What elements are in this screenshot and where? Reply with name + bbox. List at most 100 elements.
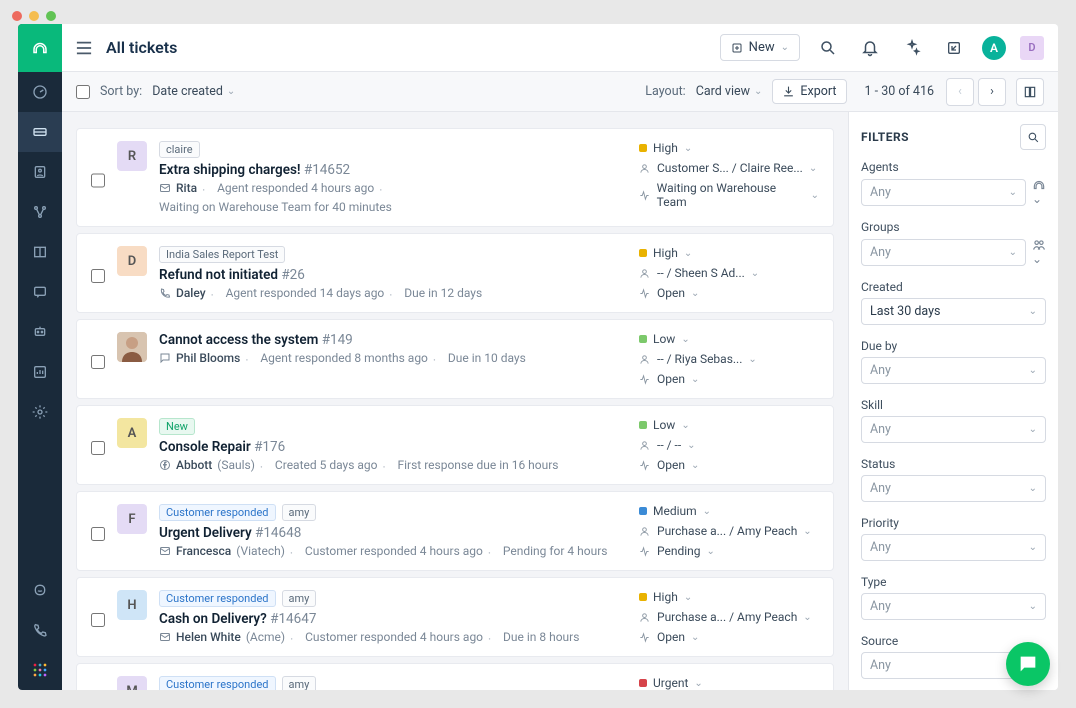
ticket-tag: Customer responded <box>159 504 276 521</box>
ticket-checkbox[interactable] <box>91 682 105 690</box>
nav-contacts[interactable] <box>18 152 62 192</box>
priority-dropdown[interactable]: High⌄ <box>639 590 819 604</box>
priority-dropdown[interactable]: Medium⌄ <box>639 504 819 518</box>
filter-status-select[interactable]: Any⌄ <box>861 475 1046 502</box>
nav-dashboard[interactable] <box>18 72 62 112</box>
ticket-subject-line[interactable]: Refund not initiated #26 <box>159 267 627 283</box>
menu-toggle-icon[interactable] <box>76 41 92 55</box>
ticket-checkbox[interactable] <box>91 424 105 472</box>
filter-skill-select[interactable]: Any⌄ <box>861 416 1046 443</box>
status-dropdown[interactable]: Pending⌄ <box>639 544 819 558</box>
priority-dropdown[interactable]: High⌄ <box>639 141 819 155</box>
ticket-checkbox[interactable] <box>91 338 105 386</box>
priority-dot-icon <box>639 679 647 687</box>
ticket-card[interactable]: M Customer respondedamy Free delivery #1… <box>76 663 834 690</box>
filter-label-status: Status <box>861 457 1046 471</box>
nav-social[interactable] <box>18 192 62 232</box>
select-all-checkbox[interactable] <box>76 85 90 99</box>
nav-tickets[interactable] <box>18 112 62 152</box>
nav-admin[interactable] <box>18 392 62 432</box>
ticket-card[interactable]: A New Console Repair #176 Abbott (Sauls)… <box>76 405 834 485</box>
filter-type-select[interactable]: Any⌄ <box>861 593 1046 620</box>
ticket-subject-line[interactable]: Urgent Delivery #14648 <box>159 525 627 541</box>
chevron-down-icon: ⌄ <box>809 163 817 174</box>
ticket-card[interactable]: D India Sales Report Test Refund not ini… <box>76 233 834 313</box>
status-dropdown[interactable]: Open⌄ <box>639 372 819 386</box>
maximize-dot[interactable] <box>46 11 56 21</box>
ticket-subject-line[interactable]: Extra shipping charges! #14652 <box>159 162 627 178</box>
layout-dropdown[interactable]: Card view ⌄ <box>696 84 763 99</box>
chevron-down-icon: ⌄ <box>691 288 699 299</box>
ticket-id: #149 <box>322 332 353 348</box>
nav-forums[interactable] <box>18 272 62 312</box>
requester-name: Phil Blooms <box>176 351 240 365</box>
nav-phone[interactable] <box>18 610 62 650</box>
chevron-down-icon: ⌄ <box>754 86 762 97</box>
status-dropdown[interactable]: Open⌄ <box>639 630 819 644</box>
nav-rail <box>18 24 62 690</box>
list-toolbar: Sort by: Date created ⌄ Layout: Card vie… <box>62 72 1058 112</box>
filter-groups-select[interactable]: Any⌄ <box>861 239 1026 266</box>
app-logo[interactable] <box>18 24 62 72</box>
close-dot[interactable] <box>12 11 22 21</box>
ticket-card[interactable]: F Customer respondedamy Urgent Delivery … <box>76 491 834 571</box>
nav-apps[interactable] <box>18 650 62 690</box>
prev-page-button[interactable]: ‹ <box>946 78 974 106</box>
group-me-icon[interactable]: ⌄ <box>1032 238 1046 266</box>
ticket-card[interactable]: Cannot access the system #149 Phil Bloom… <box>76 319 834 399</box>
filter-search-icon[interactable] <box>1020 124 1046 150</box>
source-icon <box>159 545 171 557</box>
search-icon[interactable] <box>814 34 842 62</box>
ticket-card[interactable]: H Customer respondedamy Cash on Delivery… <box>76 577 834 657</box>
secondary-avatar[interactable]: D <box>1020 36 1044 60</box>
status-dropdown[interactable]: Open⌄ <box>639 286 819 300</box>
filter-created-select[interactable]: Last 30 days⌄ <box>861 298 1046 325</box>
notifications-icon[interactable] <box>856 34 884 62</box>
ticket-tag: Customer responded <box>159 676 276 690</box>
ticket-checkbox[interactable] <box>91 252 105 300</box>
priority-dropdown[interactable]: Urgent⌄ <box>639 676 819 690</box>
ticket-checkbox[interactable] <box>91 596 105 644</box>
new-button[interactable]: New ⌄ <box>720 34 800 61</box>
nav-freddy[interactable] <box>18 570 62 610</box>
minimize-dot[interactable] <box>29 11 39 21</box>
ticket-meta-2: Due in 8 hours <box>503 630 579 644</box>
launcher-icon[interactable] <box>940 34 968 62</box>
ticket-subject-line[interactable]: Console Repair #176 <box>159 439 627 455</box>
freddy-ai-icon[interactable] <box>898 34 926 62</box>
ticket-checkbox[interactable] <box>91 147 105 214</box>
priority-dropdown[interactable]: Low⌄ <box>639 418 819 432</box>
export-button[interactable]: Export <box>772 79 846 104</box>
view-options-button[interactable] <box>1016 78 1044 106</box>
nav-solutions[interactable] <box>18 232 62 272</box>
chevron-down-icon: ⌄ <box>684 248 692 259</box>
status-dropdown[interactable]: Open⌄ <box>639 458 819 472</box>
nav-bots[interactable] <box>18 312 62 352</box>
group-agent-dropdown[interactable]: Customer S... / Claire Ree...⌄ <box>639 161 819 175</box>
ticket-checkbox[interactable] <box>91 510 105 558</box>
activity-icon <box>639 460 651 471</box>
chat-fab[interactable] <box>1006 642 1050 686</box>
nav-analytics[interactable] <box>18 352 62 392</box>
sort-by-dropdown[interactable]: Date created ⌄ <box>152 84 235 99</box>
ticket-subject-line[interactable]: Cash on Delivery? #14647 <box>159 611 627 627</box>
next-page-button[interactable]: › <box>978 78 1006 106</box>
priority-dropdown[interactable]: Low⌄ <box>639 332 819 346</box>
group-agent-dropdown[interactable]: -- / Sheen S Ad...⌄ <box>639 266 819 280</box>
status-dropdown[interactable]: Waiting on Warehouse Team⌄ <box>639 181 819 209</box>
layout-label: Layout: <box>645 84 685 99</box>
chevron-down-icon: ⌄ <box>703 506 711 517</box>
filter-priority-select[interactable]: Any⌄ <box>861 534 1046 561</box>
group-agent-dropdown[interactable]: Purchase a... / Amy Peach⌄ <box>639 524 819 538</box>
ticket-card[interactable]: R claire Extra shipping charges! #14652 … <box>76 128 834 227</box>
person-icon <box>639 612 651 623</box>
group-agent-dropdown[interactable]: -- / --⌄ <box>639 438 819 452</box>
agent-me-icon[interactable]: ⌄ <box>1032 178 1046 206</box>
group-agent-dropdown[interactable]: Purchase a... / Amy Peach⌄ <box>639 610 819 624</box>
filter-agents-select[interactable]: Any⌄ <box>861 179 1026 206</box>
group-agent-dropdown[interactable]: -- / Riya Sebas...⌄ <box>639 352 819 366</box>
priority-dropdown[interactable]: High⌄ <box>639 246 819 260</box>
profile-avatar[interactable]: A <box>982 36 1006 60</box>
filter-dueby-select[interactable]: Any⌄ <box>861 357 1046 384</box>
ticket-subject-line[interactable]: Cannot access the system #149 <box>159 332 627 348</box>
